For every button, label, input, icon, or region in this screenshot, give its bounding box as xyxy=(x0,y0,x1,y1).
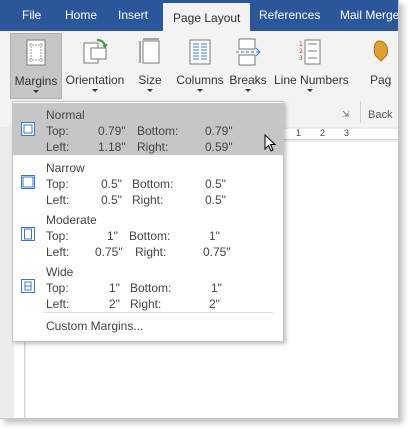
left-label: Left: xyxy=(46,193,70,207)
margin-preset-icon xyxy=(21,122,35,141)
right-label: Right: xyxy=(137,140,169,154)
preset-name: Normal xyxy=(46,108,85,122)
size-label: Size xyxy=(138,73,162,87)
ribbon-group-separator xyxy=(360,101,361,123)
right-value: 0.5" xyxy=(205,193,226,207)
right-value: 0.75" xyxy=(203,245,231,259)
bottom-value: 1" xyxy=(209,229,220,243)
margins-button[interactable]: Margins xyxy=(10,33,62,99)
margins-option-normal[interactable]: Normal Top: 0.79" Bottom: 0.79" Left: 1.… xyxy=(13,103,283,155)
orientation-label: Orientation xyxy=(65,73,125,87)
bottom-label: Bottom: xyxy=(132,177,174,191)
bottom-value: 1" xyxy=(211,281,222,295)
ribbon-tab-bar: File Home Insert Page Layout References … xyxy=(0,0,398,31)
top-value: 1" xyxy=(109,281,120,295)
margins-option-wide[interactable]: Wide Top: 1" Bottom: 1" Left: 2" Right: … xyxy=(13,260,283,312)
right-value: 2" xyxy=(209,297,220,311)
page-color-icon xyxy=(371,37,395,72)
breaks-dropdown-arrow xyxy=(245,89,251,92)
margins-menu: Normal Top: 0.79" Bottom: 0.79" Left: 1.… xyxy=(12,101,284,342)
preset-name: Narrow xyxy=(46,161,85,175)
size-button[interactable]: Size xyxy=(132,33,168,97)
right-label: Right: xyxy=(130,297,162,311)
tab-mail-merge[interactable]: Mail Merge xyxy=(340,8,398,22)
right-label: Right: xyxy=(132,193,164,207)
bottom-label: Bottom: xyxy=(129,229,171,243)
top-value: 0.5" xyxy=(101,177,122,191)
margins-option-moderate[interactable]: Moderate Top: 1" Bottom: 1" Left: 0.75" … xyxy=(13,208,283,260)
bottom-value: 0.5" xyxy=(205,177,226,191)
line-numbers-dropdown-arrow xyxy=(307,89,313,92)
left-label: Left: xyxy=(46,245,70,259)
orientation-button[interactable]: Orientation xyxy=(64,33,126,97)
ruler-mark: 3 xyxy=(344,128,350,138)
top-value: 1" xyxy=(107,229,118,243)
top-label: Top: xyxy=(46,124,69,138)
page-background-button[interactable]: Pag xyxy=(368,33,398,97)
bottom-label: Bottom: xyxy=(137,124,179,138)
preset-name: Moderate xyxy=(46,213,97,227)
page-background-label: Pag xyxy=(370,73,392,87)
size-icon xyxy=(137,37,163,72)
breaks-icon xyxy=(234,37,262,72)
breaks-button[interactable]: Breaks xyxy=(228,33,268,97)
margin-preset-icon xyxy=(21,175,35,194)
margin-preset-icon xyxy=(21,279,35,298)
margins-dropdown-arrow xyxy=(33,90,39,93)
custom-margins-item[interactable]: Custom Margins... xyxy=(46,319,143,333)
ribbon-group-label: Back xyxy=(368,109,393,121)
columns-dropdown-arrow xyxy=(197,89,203,92)
svg-text:2: 2 xyxy=(299,48,303,55)
tab-file[interactable]: File xyxy=(22,8,41,22)
top-label: Top: xyxy=(46,177,69,191)
bottom-value: 0.79" xyxy=(205,124,233,138)
breaks-label: Breaks xyxy=(229,73,267,87)
bottom-label: Bottom: xyxy=(130,281,172,295)
tab-references[interactable]: References xyxy=(259,8,320,22)
columns-label: Columns xyxy=(176,73,224,87)
tab-page-layout[interactable]: Page Layout xyxy=(163,3,251,31)
columns-icon xyxy=(188,37,212,72)
svg-text:3: 3 xyxy=(299,55,303,62)
preset-name: Wide xyxy=(46,265,74,279)
margins-label: Margins xyxy=(14,74,58,88)
left-value: 2" xyxy=(109,297,120,311)
line-numbers-label: Line Numbers xyxy=(274,73,349,87)
orientation-dropdown-arrow xyxy=(92,89,98,92)
left-value: 0.5" xyxy=(101,193,122,207)
margins-option-narrow[interactable]: Narrow Top: 0.5" Bottom: 0.5" Left: 0.5"… xyxy=(13,156,283,208)
tab-insert[interactable]: Insert xyxy=(118,8,148,22)
word-window: File Home Insert Page Layout References … xyxy=(0,0,399,419)
left-value: 0.75" xyxy=(95,245,123,259)
right-label: Right: xyxy=(135,245,167,259)
left-value: 1.18" xyxy=(98,140,126,154)
ruler-mark: 1 xyxy=(296,128,302,138)
ruler-mark: 2 xyxy=(320,128,326,138)
line-numbers-icon: 123 xyxy=(298,37,322,72)
size-dropdown-arrow xyxy=(147,89,153,92)
tab-home[interactable]: Home xyxy=(65,8,97,22)
mouse-pointer-icon xyxy=(264,133,277,157)
svg-text:1: 1 xyxy=(299,41,303,48)
right-value: 0.59" xyxy=(205,140,233,154)
top-value: 0.79" xyxy=(98,124,126,138)
orientation-icon xyxy=(81,37,109,72)
page-setup-launcher-icon[interactable]: ⇲ xyxy=(342,109,350,120)
columns-button[interactable]: Columns xyxy=(176,33,224,97)
margins-icon xyxy=(24,38,48,73)
menu-separator xyxy=(43,312,273,313)
line-numbers-button[interactable]: 123 Line Numbers xyxy=(274,33,349,97)
left-label: Left: xyxy=(46,297,70,311)
left-label: Left: xyxy=(46,140,70,154)
top-label: Top: xyxy=(46,281,69,295)
top-label: Top: xyxy=(46,229,69,243)
margin-preset-icon xyxy=(21,227,35,246)
